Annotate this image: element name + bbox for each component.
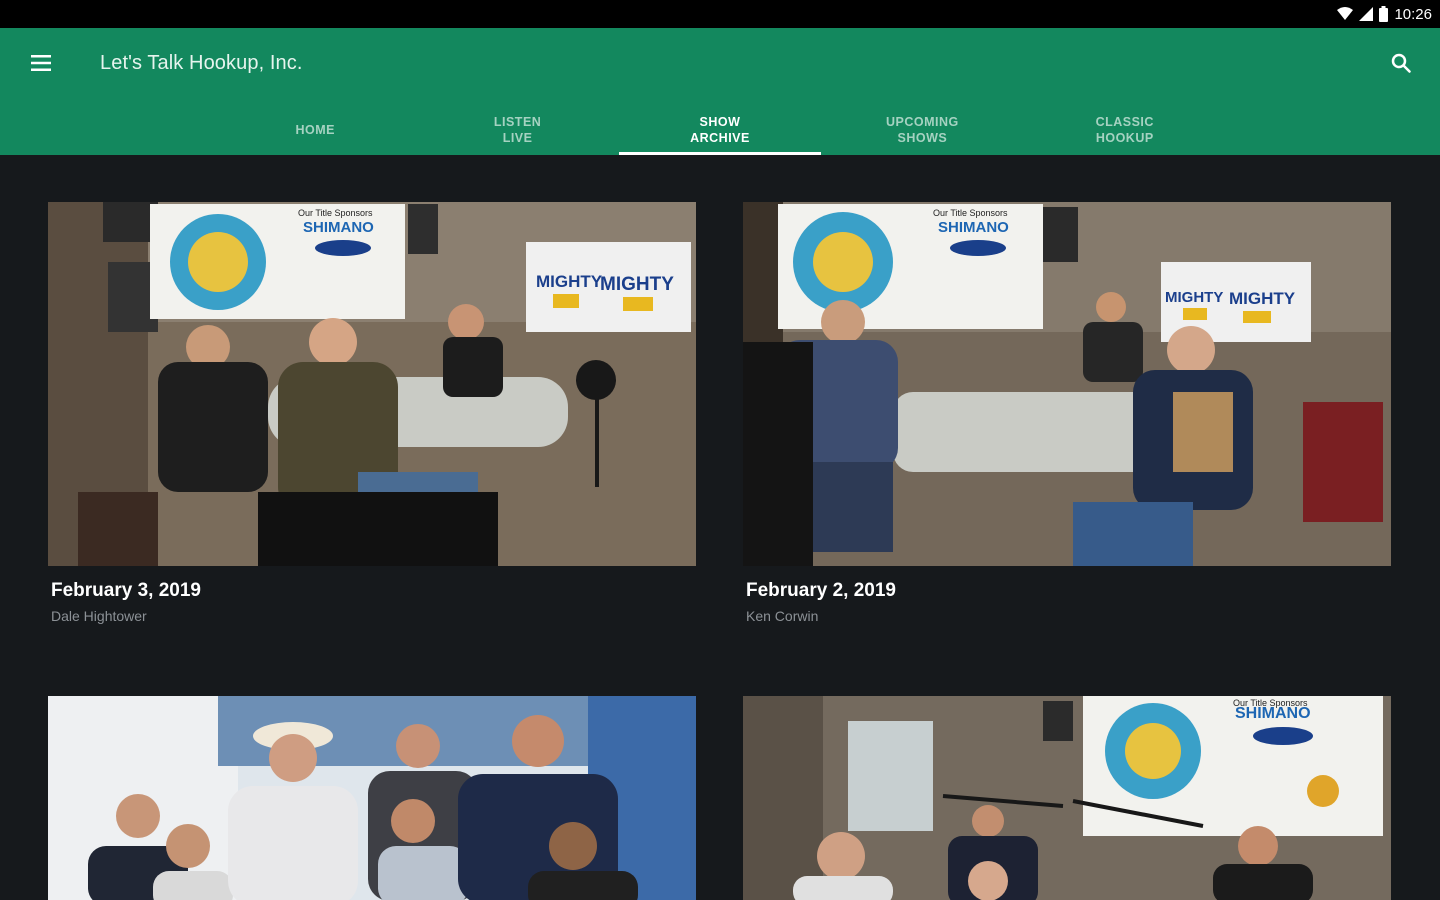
search-icon bbox=[1391, 53, 1411, 78]
episode-date: February 2, 2019 bbox=[746, 580, 896, 601]
tab-upcoming-shows[interactable]: UPCOMING SHOWS bbox=[821, 106, 1023, 155]
banner-graphic: Our Title Sponsors SHIMANO bbox=[150, 204, 405, 319]
episode-card[interactable] bbox=[48, 696, 696, 900]
wifi-icon bbox=[1337, 7, 1354, 21]
tab-label: LISTEN LIVE bbox=[493, 114, 542, 145]
tab-classic-hookup[interactable]: CLASSIC HOOKUP bbox=[1024, 106, 1226, 155]
tab-bar: HOME LISTEN LIVE SHOW ARCHIVE UPCOMING S… bbox=[214, 106, 1226, 155]
episode-thumbnail: Our Title Sponsors SHIMANO MIGHTY MIGHTY bbox=[48, 202, 696, 566]
search-button[interactable] bbox=[1382, 48, 1420, 82]
tab-label: HOME bbox=[295, 122, 335, 137]
tab-listen-live[interactable]: LISTEN LIVE bbox=[416, 106, 618, 155]
battery-icon bbox=[1379, 6, 1389, 22]
tab-show-archive[interactable]: SHOW ARCHIVE bbox=[618, 106, 822, 155]
episode-card[interactable]: Our Title Sponsors SHIMANO MIGHTY MIGHTY bbox=[48, 202, 696, 642]
cell-signal-icon bbox=[1359, 7, 1374, 21]
banner-sponsor-text: Our Title Sponsors bbox=[933, 208, 1008, 218]
banner-sponsor-text: Our Title Sponsors bbox=[298, 208, 373, 218]
tab-label: SHOW ARCHIVE bbox=[690, 114, 750, 145]
episode-card[interactable]: Our Title Sponsors SHIMANO MIGHTY MIGHTY bbox=[743, 202, 1391, 642]
status-icons: 10:26 bbox=[1337, 0, 1432, 28]
station-banner-graphic: MIGHTY MIGHTY bbox=[526, 242, 691, 332]
app-title: Let's Talk Hookup, Inc. bbox=[100, 52, 303, 74]
station-text-2: MIGHTY bbox=[1229, 289, 1296, 308]
banner-brand-text: SHIMANO bbox=[938, 219, 1009, 236]
banner-graphic: Our Title Sponsors SHIMANO bbox=[778, 204, 1043, 329]
banner-brand-text: SHIMANO bbox=[1235, 705, 1311, 722]
episode-host: Dale Hightower bbox=[51, 608, 147, 624]
station-text-1: MIGHTY bbox=[536, 272, 603, 291]
station-text-2: MIGHTY bbox=[600, 274, 674, 295]
episode-grid: Our Title Sponsors SHIMANO MIGHTY MIGHTY bbox=[0, 155, 1440, 900]
episode-host: Ken Corwin bbox=[746, 608, 819, 624]
hamburger-menu-icon bbox=[31, 54, 51, 76]
episode-date: February 3, 2019 bbox=[51, 580, 201, 601]
episode-thumbnail: Our Title Sponsors SHIMANO bbox=[743, 696, 1391, 900]
tab-home[interactable]: HOME bbox=[214, 106, 416, 155]
status-bar: 10:26 bbox=[0, 0, 1440, 28]
episode-thumbnail: Our Title Sponsors SHIMANO MIGHTY MIGHTY bbox=[743, 202, 1391, 566]
app-bar: Let's Talk Hookup, Inc. HOME LISTEN LIVE… bbox=[0, 28, 1440, 155]
tab-label: CLASSIC HOOKUP bbox=[1095, 114, 1154, 145]
status-time: 10:26 bbox=[1394, 5, 1432, 23]
banner-brand-text: SHIMANO bbox=[303, 219, 374, 236]
banner-graphic: Our Title Sponsors SHIMANO bbox=[1083, 696, 1383, 836]
menu-button[interactable] bbox=[22, 48, 60, 82]
episode-card[interactable]: Our Title Sponsors SHIMANO bbox=[743, 696, 1391, 900]
station-text-1: MIGHTY bbox=[1165, 289, 1223, 306]
tab-label: UPCOMING SHOWS bbox=[885, 114, 959, 145]
episode-thumbnail bbox=[48, 696, 696, 900]
